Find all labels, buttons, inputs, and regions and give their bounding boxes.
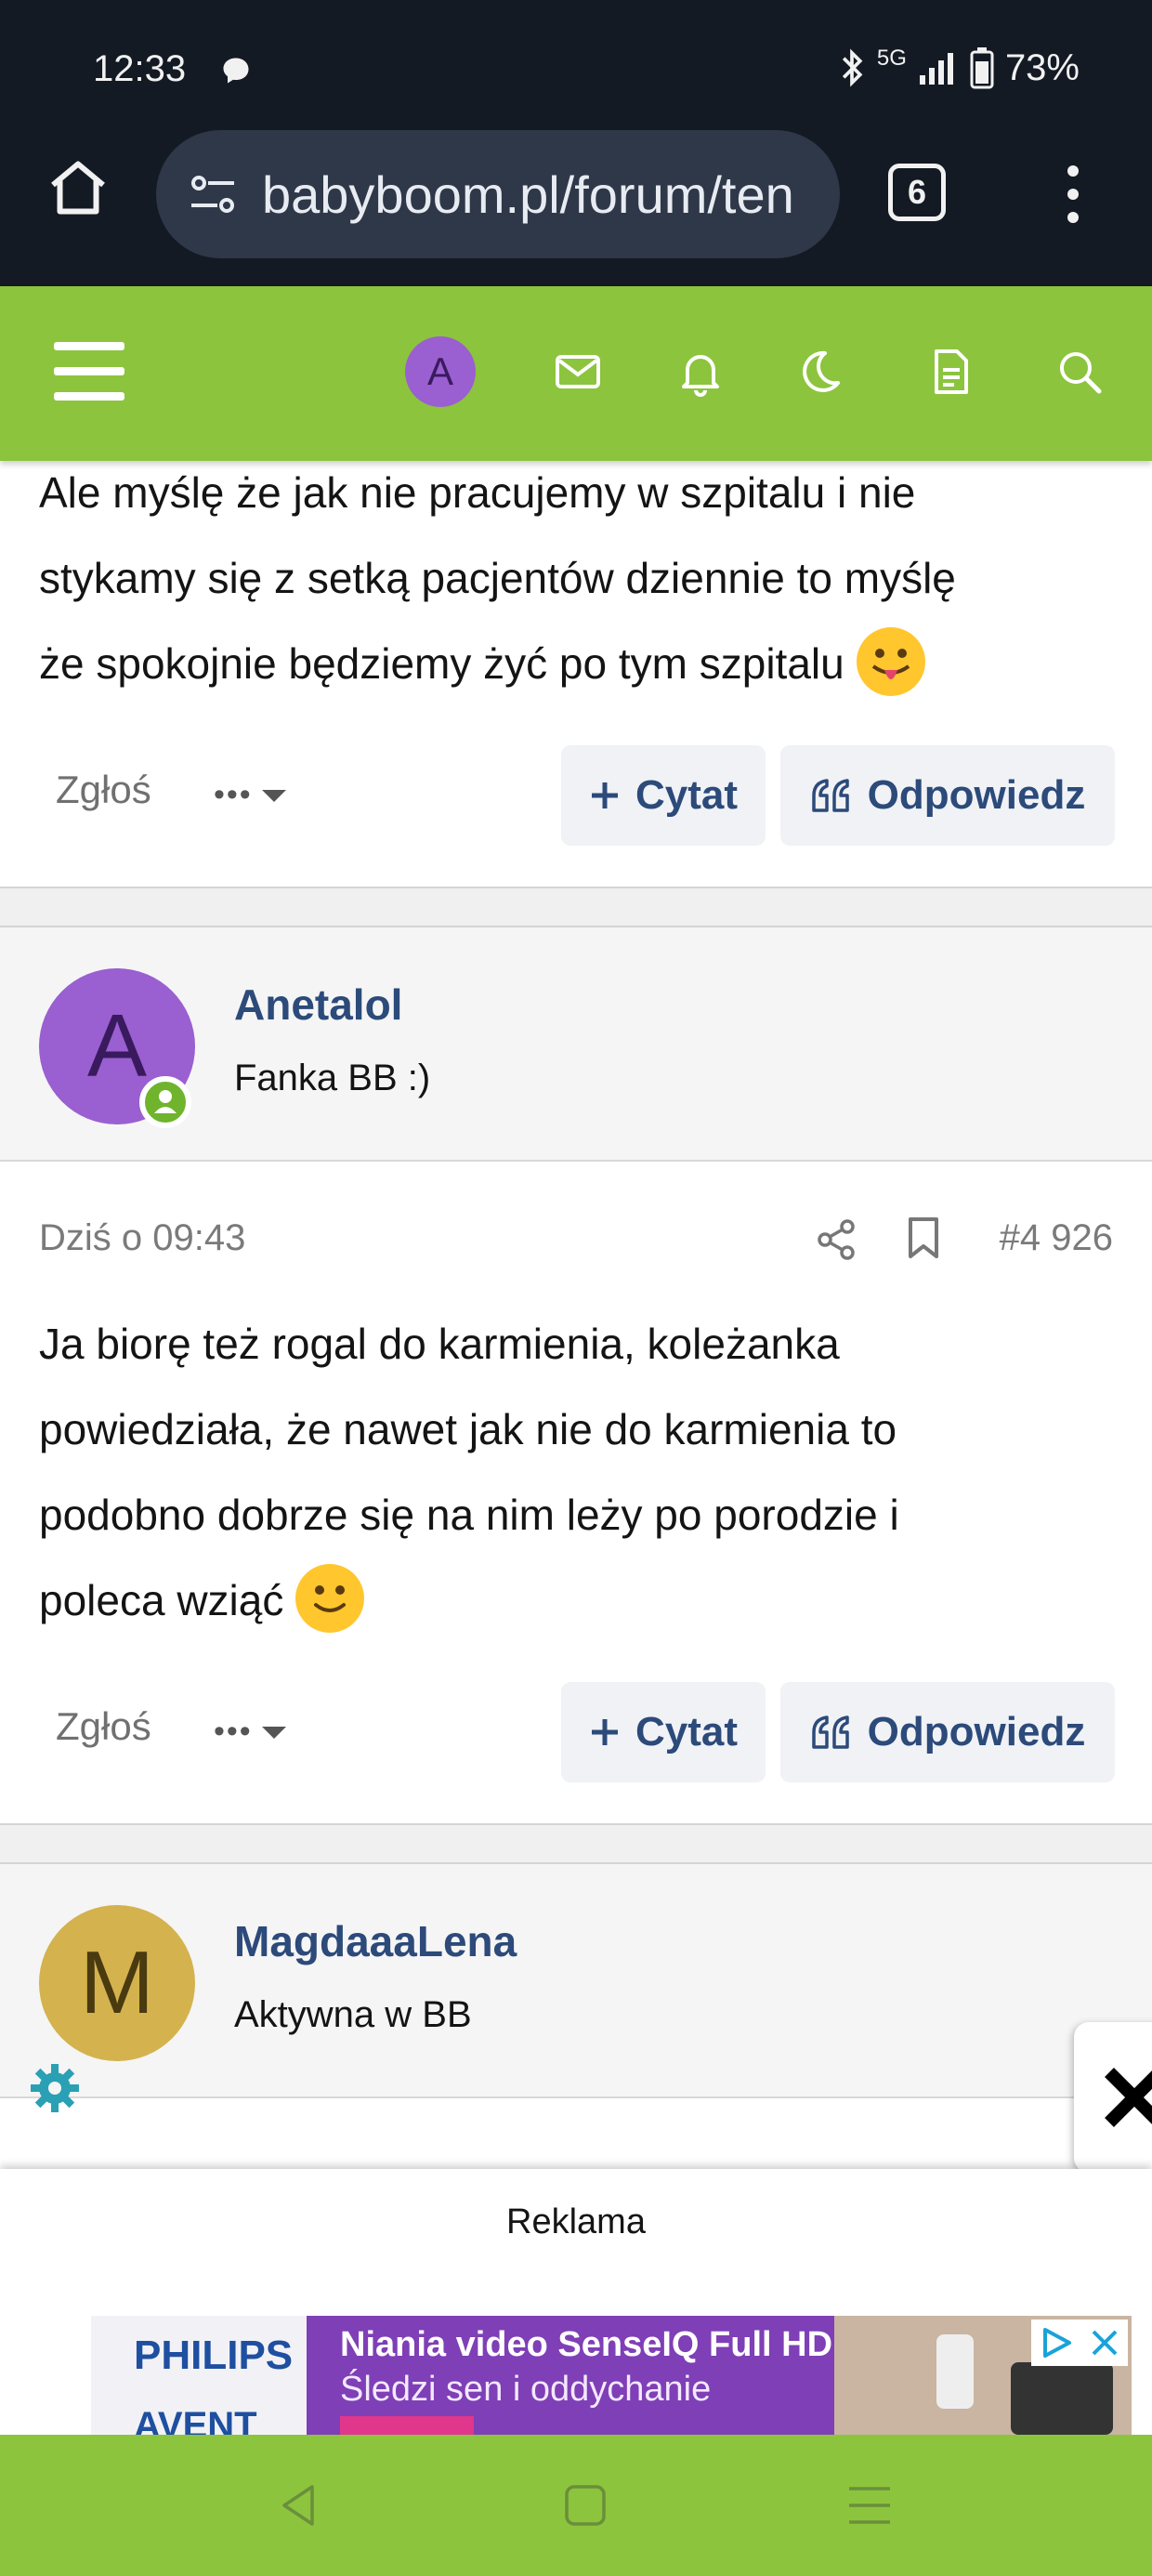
document-icon[interactable] [925,346,977,398]
tongue-out-emoji [856,626,925,696]
more-dots-icon: ••• [214,1714,253,1749]
author-title: Fanka BB :) [234,1058,431,1098]
post-message: Ja biorę też rogal do karmienia, koleżan… [39,1301,1117,1643]
ad-close-icon[interactable] [1090,2328,1119,2358]
status-indicators: 5G 73% [838,46,1080,89]
post-date[interactable]: Dziś o 09:43 [39,1217,245,1259]
more-actions-menu[interactable]: ••• [214,777,288,813]
home-icon[interactable] [556,2476,615,2535]
browser-menu-icon[interactable] [1059,164,1087,225]
side-ad-close-tab[interactable] [1074,2022,1152,2173]
ad-label: Reklama [506,2202,646,2241]
plus-icon [591,1719,618,1745]
address-bar[interactable]: babyboom.pl/forum/ten [156,130,840,258]
browser-home-icon[interactable] [45,154,111,221]
reply-button[interactable]: Odpowiedz [780,1682,1115,1782]
bookmark-icon[interactable] [905,1216,942,1260]
bell-icon[interactable] [674,346,727,398]
post-message: Ale myślę że jak nie pracujemy w szpital… [39,450,1117,706]
battery-level: 73% [1004,46,1080,88]
quote-label: Cytat [635,772,739,818]
site-header: A [0,286,1152,461]
battery-icon [970,47,994,89]
report-link[interactable]: Zgłoś [56,768,151,812]
post-line: powiedziała, że nawet jak nie do karmien… [39,1405,897,1453]
account-avatar[interactable]: A [405,336,476,407]
moon-icon[interactable] [793,346,845,398]
mail-icon[interactable] [552,346,604,398]
avatar[interactable]: M [39,1905,195,2061]
quote-button[interactable]: Cytat [561,1682,766,1782]
tab-switcher-button[interactable]: 6 [888,164,946,221]
status-time: 12:33 [93,48,187,89]
url-text[interactable]: babyboom.pl/forum/ten [262,164,794,225]
post-author-block: A Anetalol Fanka BB :) [0,927,1152,1162]
post-actions: Zgłoś ••• Cytat Odpowiedz [0,1682,1152,1784]
quote-marks-icon [811,779,849,812]
ad-choices-icon[interactable] [1040,2326,1073,2359]
gear-icon[interactable] [28,2061,82,2115]
back-icon[interactable] [269,2476,329,2535]
site-settings-icon[interactable] [186,166,242,222]
post-meta: Dziś o 09:43 #4 926 [0,1199,1152,1273]
ad-banner[interactable]: PHILIPS AVENT Niania video SenseIQ Full … [91,2316,1132,2435]
post-line: Ale myślę że jak nie pracujemy w szpital… [39,468,916,517]
close-icon [1105,2068,1152,2127]
author-title: Aktywna w BB [234,1994,472,2035]
post-separator [0,1823,1152,1864]
status-bar: 12:33 5G 73% [0,0,1152,130]
ad-headline: Niania video SenseIQ Full HD [340,2325,833,2364]
more-actions-menu[interactable]: ••• [214,1714,288,1750]
bluetooth-icon [842,48,863,87]
post-line: że spokojnie będziemy żyć po tym szpital… [39,621,1117,706]
ad-brand-block: PHILIPS AVENT [91,2316,307,2435]
share-icon[interactable] [814,1217,858,1262]
quote-label: Cytat [635,1709,739,1755]
browser-toolbar: babyboom.pl/forum/ten 6 [0,130,1152,286]
post-separator [0,887,1152,927]
post-line: podobno dobrze się na nim leży po porodz… [39,1491,899,1539]
search-icon[interactable] [1054,346,1106,398]
ad-cta[interactable] [340,2416,474,2435]
chat-notification-icon [219,54,253,92]
recents-icon[interactable] [840,2476,899,2535]
report-link[interactable]: Zgłoś [56,1704,151,1749]
post-number[interactable]: #4 926 [1000,1217,1113,1259]
chevron-down-icon [261,1726,286,1739]
ad-choices[interactable] [1031,2320,1128,2366]
reply-button[interactable]: Odpowiedz [780,745,1115,846]
ad-brand-name: PHILIPS [134,2333,294,2378]
post-line: poleca wziąć [39,1557,1117,1643]
smile-emoji [295,1563,365,1633]
author-name[interactable]: Anetalol [234,979,402,1030]
online-status-icon [139,1076,191,1128]
post-line: stykamy się z setką pacjentów dziennie t… [39,554,956,602]
menu-icon[interactable] [54,342,124,401]
post-line: Ja biorę też rogal do karmienia, koleżan… [39,1320,840,1368]
quote-marks-icon [811,1715,849,1749]
signal-icon [919,53,953,85]
post-actions: Zgłoś ••• Cytat Odpowiedz [0,745,1152,848]
ad-brand-sub: AVENT [134,2405,257,2435]
quote-button[interactable]: Cytat [561,745,766,846]
author-name[interactable]: MagdaaaLena [234,1916,517,1966]
more-dots-icon: ••• [214,777,253,812]
network-type: 5G [876,46,907,71]
reply-label: Odpowiedz [867,772,1086,818]
chevron-down-icon [261,789,286,802]
plus-icon [591,782,618,808]
system-navigation-bar [0,2435,1152,2576]
ad-subline: Śledzi sen i oddychanie [340,2370,712,2409]
ad-container: Reklama PHILIPS AVENT Niania video Sense… [0,2169,1152,2435]
post-author-block: M MagdaaaLena Aktywna w BB [0,1864,1152,2112]
reply-label: Odpowiedz [867,1709,1086,1755]
